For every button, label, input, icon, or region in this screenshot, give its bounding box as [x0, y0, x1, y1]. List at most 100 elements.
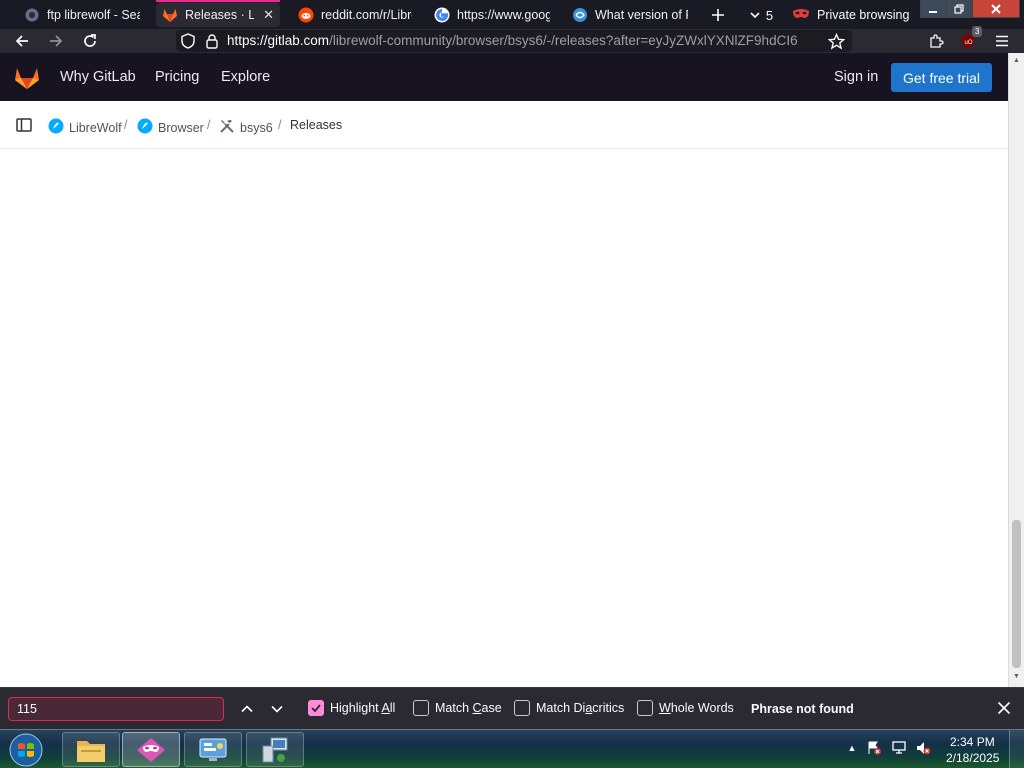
check-icon [311, 704, 321, 713]
scrollbar-thumb[interactable] [1012, 520, 1021, 668]
windows-taskbar: ▲ 2:34 PM 2/18/2025 [0, 729, 1024, 768]
whole-words-checkbox[interactable]: Whole Words [637, 700, 734, 716]
find-status: Phrase not found [751, 702, 854, 716]
close-window-button[interactable] [972, 0, 1020, 18]
breadcrumb-browser[interactable]: Browser [137, 118, 204, 137]
taskbar-control-panel[interactable] [184, 732, 242, 767]
extensions-button[interactable] [925, 31, 947, 51]
label-part: Match [435, 701, 473, 715]
highlight-all-checkbox[interactable]: Highlight All [308, 700, 395, 716]
page-content [0, 150, 1008, 687]
website-icon [572, 7, 588, 23]
show-hidden-icons-icon[interactable]: ▲ [844, 740, 860, 756]
private-browsing-label: Private browsing [817, 8, 910, 22]
control-panel-icon [199, 738, 227, 761]
network-icon[interactable] [891, 740, 907, 756]
sign-in-link[interactable]: Sign in [834, 69, 878, 85]
label-part: hole Words [670, 701, 734, 715]
tab-reddit[interactable]: reddit.com/r/Libre [292, 3, 418, 27]
close-find-bar-button[interactable] [994, 698, 1014, 718]
breadcrumb-releases[interactable]: Releases [290, 118, 342, 132]
scroll-down-icon[interactable]: ▼ [1013, 673, 1020, 680]
get-free-trial-button[interactable]: Get free trial [891, 63, 992, 92]
checkbox-unchecked[interactable] [514, 700, 530, 716]
find-next-button[interactable] [266, 698, 288, 720]
tab-title: reddit.com/r/Libre [321, 8, 412, 22]
new-tab-button[interactable] [706, 3, 730, 27]
clock-time[interactable]: 2:34 PM [950, 735, 995, 749]
label-part: ll [389, 701, 396, 715]
taskbar-explorer[interactable] [62, 732, 120, 767]
breadcrumb-librewolf[interactable]: LibreWolf [48, 118, 122, 137]
match-case-checkbox[interactable]: Match Case [413, 700, 502, 716]
nav-explore[interactable]: Explore [221, 69, 270, 85]
start-button[interactable] [6, 732, 46, 768]
label-part: Highlight [330, 701, 382, 715]
find-input[interactable] [8, 697, 224, 721]
checkbox-label: Match Case [435, 701, 502, 715]
star-icon [827, 32, 845, 50]
tab-google[interactable]: https://www.goog [428, 3, 556, 27]
taskbar-network[interactable] [246, 732, 304, 767]
volume-muted-icon[interactable] [915, 740, 931, 756]
url-bar[interactable]: https://gitlab.com/librewolf-community/b… [176, 30, 852, 52]
svg-text:uO: uO [965, 40, 973, 46]
close-icon [997, 701, 1011, 715]
active-tab-indicator [156, 0, 280, 2]
lock-icon[interactable] [204, 33, 220, 54]
clock-date[interactable]: 2/18/2025 [946, 751, 999, 765]
url-host: https://gitlab.com [227, 33, 330, 48]
show-desktop-button[interactable] [1009, 730, 1024, 768]
hamburger-menu-icon [996, 35, 1008, 47]
reload-button[interactable] [79, 31, 101, 51]
browser-navigation-toolbar: https://gitlab.com/librewolf-community/b… [0, 26, 1024, 53]
breadcrumb-separator: / [124, 118, 128, 132]
tab-overflow-button[interactable]: 5 [744, 3, 778, 27]
action-center-icon[interactable] [866, 740, 882, 756]
restore-button[interactable] [946, 0, 972, 18]
browser-avatar-icon [137, 118, 153, 137]
scroll-up-icon[interactable]: ▲ [1013, 57, 1020, 64]
gitlab-icon [162, 7, 178, 23]
breadcrumb-label: LibreWolf [69, 120, 122, 135]
page-scrollbar[interactable]: ▲ ▼ [1008, 53, 1024, 687]
url-text[interactable]: https://gitlab.com/librewolf-community/b… [227, 33, 797, 48]
bookmark-star-button[interactable] [825, 31, 847, 51]
librewolf-avatar-icon [48, 118, 64, 137]
windows-orb-icon [9, 733, 43, 767]
private-mask-icon [792, 7, 810, 24]
tab-firefox-version[interactable]: What version of Fi [566, 3, 694, 27]
computer-icon [262, 737, 288, 762]
addon-badge: 3 [972, 26, 983, 37]
arrow-left-icon [15, 35, 28, 47]
tools-icon [219, 118, 235, 137]
accesskey: A [381, 701, 390, 715]
tab-releases[interactable]: Releases · Libre ✕ [156, 3, 280, 27]
label-part: ase [481, 701, 502, 715]
close-tab-icon[interactable]: ✕ [263, 7, 274, 23]
folder-icon [77, 740, 105, 762]
nav-why-gitlab[interactable]: Why GitLab [60, 69, 136, 85]
minimize-button[interactable] [920, 0, 946, 18]
tab-title: ftp librewolf - Sear [47, 8, 140, 22]
find-previous-button[interactable] [236, 698, 258, 720]
breadcrumb-bsys6[interactable]: bsys6 [219, 118, 273, 137]
checkbox-unchecked[interactable] [637, 700, 653, 716]
app-menu-button[interactable] [991, 31, 1013, 51]
taskbar-librewolf[interactable] [122, 732, 180, 767]
chevron-down-icon [750, 12, 760, 19]
tracking-shield-icon[interactable] [180, 33, 196, 54]
checkbox-unchecked[interactable] [413, 700, 429, 716]
checkbox-checked[interactable] [308, 700, 324, 716]
back-button[interactable] [11, 31, 33, 51]
accesskey: W [659, 701, 671, 715]
match-diacritics-checkbox[interactable]: Match Diacritics [514, 700, 624, 716]
nav-pricing[interactable]: Pricing [155, 69, 199, 85]
tab-search[interactable]: ftp librewolf - Sear [18, 3, 146, 27]
forward-button[interactable] [45, 31, 67, 51]
browser-tab-strip: ftp librewolf - Sear Releases · Libre ✕ … [0, 0, 1024, 29]
sidebar-toggle-icon[interactable] [16, 117, 32, 138]
tab-count: 5 [765, 7, 774, 23]
gitlab-logo-icon[interactable] [14, 65, 40, 95]
arrow-right-icon [50, 35, 63, 47]
